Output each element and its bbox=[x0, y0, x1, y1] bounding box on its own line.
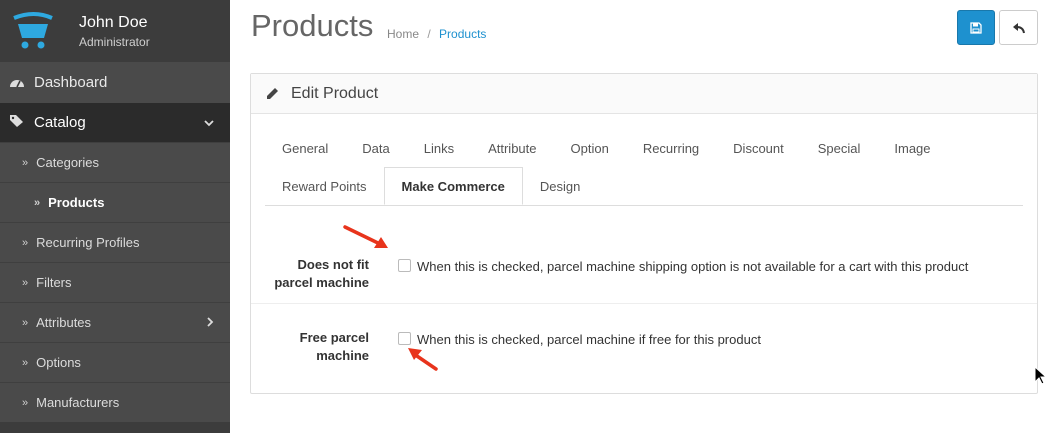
nav-catalog-label: Catalog bbox=[34, 114, 86, 131]
sidebar-item-label: Options bbox=[36, 355, 81, 370]
chevron-right-icon bbox=[207, 316, 214, 330]
main-content: Products Home / Products Edit Product Ge… bbox=[230, 0, 1052, 433]
double-chevron-icon: » bbox=[22, 156, 29, 169]
checkbox-help-text: When this is checked, parcel machine shi… bbox=[417, 259, 969, 274]
save-button[interactable] bbox=[957, 10, 995, 45]
chevron-down-icon bbox=[204, 116, 214, 130]
breadcrumb: Home / Products bbox=[387, 27, 486, 41]
panel-heading: Edit Product bbox=[251, 74, 1037, 114]
tab-image[interactable]: Image bbox=[877, 129, 947, 167]
page-title: Products bbox=[251, 8, 374, 43]
double-chevron-icon: » bbox=[22, 316, 29, 329]
checkbox-help-text: When this is checked, parcel machine if … bbox=[417, 332, 761, 347]
nav-dashboard-label: Dashboard bbox=[34, 74, 108, 91]
sidebar-item-manufacturers[interactable]: » Manufacturers bbox=[0, 382, 230, 422]
user-role: Administrator bbox=[79, 35, 150, 49]
sidebar: John Doe Administrator Dashboard Catalog… bbox=[0, 0, 230, 433]
sidebar-item-attributes[interactable]: » Attributes bbox=[0, 302, 230, 342]
breadcrumb-home[interactable]: Home bbox=[387, 27, 419, 41]
tab-general[interactable]: General bbox=[265, 129, 345, 167]
floppy-disk-icon bbox=[970, 21, 982, 34]
double-chevron-icon: » bbox=[22, 396, 29, 409]
back-button[interactable] bbox=[999, 10, 1038, 45]
breadcrumb-separator: / bbox=[427, 27, 431, 41]
tab-data[interactable]: Data bbox=[345, 129, 406, 167]
sidebar-item-label: Attributes bbox=[36, 315, 92, 330]
sidebar-item-label: Products bbox=[48, 195, 105, 210]
pencil-icon bbox=[267, 88, 278, 99]
tab-row-1: General Data Links Attribute Option Recurring… bbox=[265, 129, 1023, 167]
sidebar-item-label: Manufacturers bbox=[36, 395, 120, 410]
tab-design[interactable]: Design bbox=[523, 167, 597, 205]
sidebar-item-products[interactable]: » Products bbox=[0, 182, 230, 222]
tab-row-2: Reward Points Make Commerce Design bbox=[265, 167, 1023, 205]
sidebar-item-categories[interactable]: » Categories bbox=[0, 142, 230, 182]
annotation-arrow-icon bbox=[408, 348, 438, 371]
sidebar-item-label: Recurring Profiles bbox=[36, 235, 140, 250]
breadcrumb-current[interactable]: Products bbox=[439, 27, 486, 41]
tab-discount[interactable]: Discount bbox=[716, 129, 801, 167]
sidebar-item-recurring-profiles[interactable]: » Recurring Profiles bbox=[0, 222, 230, 262]
tags-icon bbox=[8, 114, 26, 131]
field-label-line: Does not fit bbox=[297, 257, 370, 272]
tab-make-commerce[interactable]: Make Commerce bbox=[383, 167, 523, 205]
double-chevron-icon: » bbox=[22, 276, 29, 289]
form-row-free-parcel: Free parcel machine When this is checked… bbox=[251, 305, 1037, 393]
field-label-line: Free parcel bbox=[299, 330, 369, 345]
does-not-fit-checkbox[interactable] bbox=[398, 259, 411, 272]
panel-title: Edit Product bbox=[291, 84, 379, 102]
tab-attribute[interactable]: Attribute bbox=[471, 129, 553, 167]
tab-special[interactable]: Special bbox=[801, 129, 878, 167]
double-chevron-icon: » bbox=[22, 356, 29, 369]
field-label-line: machine bbox=[316, 348, 369, 363]
dashboard-icon bbox=[8, 75, 26, 91]
field-label: Does not fit parcel machine bbox=[259, 256, 369, 292]
annotation-arrow-icon bbox=[343, 225, 388, 248]
tab-recurring[interactable]: Recurring bbox=[626, 129, 716, 167]
tab-bar: General Data Links Attribute Option Recurring… bbox=[265, 129, 1023, 205]
user-name[interactable]: John Doe bbox=[79, 14, 148, 32]
field-label-line: parcel machine bbox=[274, 275, 369, 290]
opencart-logo-icon bbox=[13, 12, 53, 49]
tab-links[interactable]: Links bbox=[407, 129, 471, 167]
nav-catalog[interactable]: Catalog bbox=[0, 102, 230, 142]
tab-reward-points[interactable]: Reward Points bbox=[265, 167, 384, 205]
form-row-does-not-fit: Does not fit parcel machine When this is… bbox=[251, 206, 1037, 304]
sidebar-item-filters[interactable]: » Filters bbox=[0, 262, 230, 302]
reply-arrow-icon bbox=[1012, 22, 1025, 33]
tab-option[interactable]: Option bbox=[554, 129, 626, 167]
nav-dashboard[interactable]: Dashboard bbox=[0, 62, 230, 102]
sidebar-item-options[interactable]: » Options bbox=[0, 342, 230, 382]
double-chevron-icon: » bbox=[34, 196, 41, 209]
field-label: Free parcel machine bbox=[259, 329, 369, 365]
sidebar-item-label: Filters bbox=[36, 275, 72, 290]
double-chevron-icon: » bbox=[22, 236, 29, 249]
sidebar-item-label: Categories bbox=[36, 155, 99, 170]
mouse-cursor-icon bbox=[1034, 366, 1046, 385]
profile-header: John Doe Administrator bbox=[0, 0, 230, 62]
